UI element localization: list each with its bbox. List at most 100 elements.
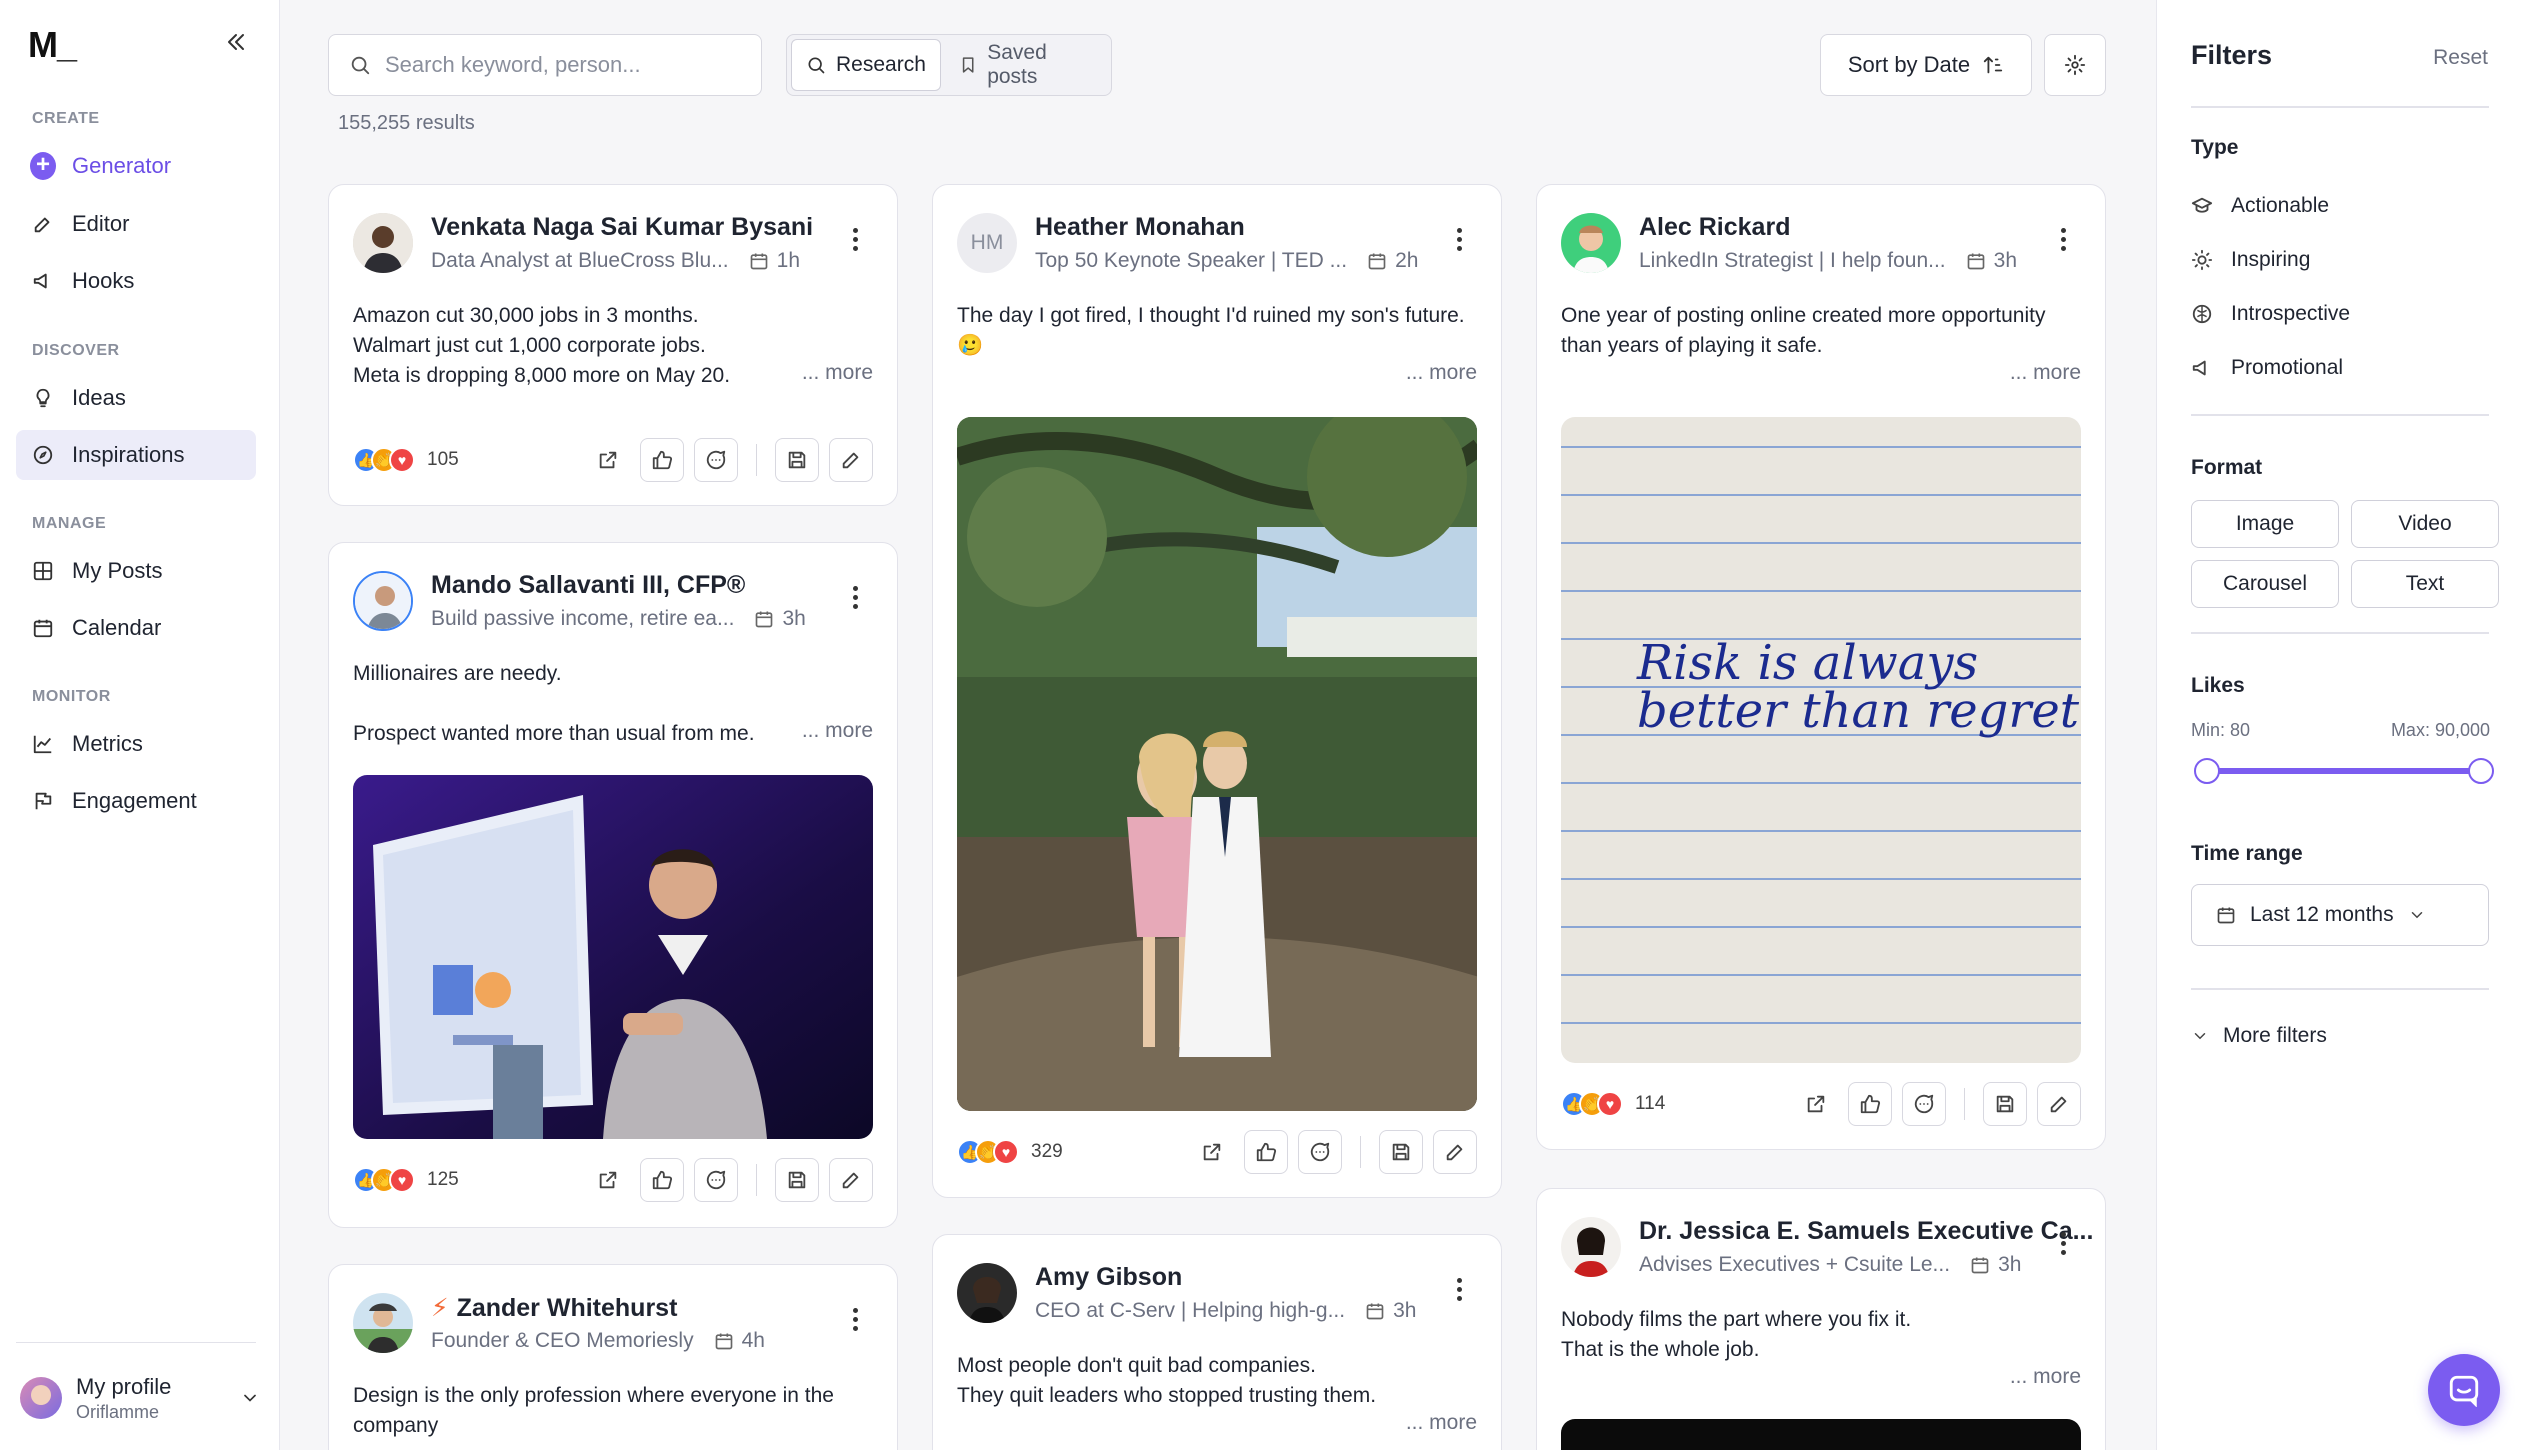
reset-filters-button[interactable]: Reset [2433,46,2488,70]
sidebar-item-calendar[interactable]: Calendar [16,603,256,653]
type-option-label: Promotional [2231,356,2344,379]
sidebar-item-generator[interactable]: + Generator [16,141,256,191]
post-card[interactable]: ⚡ Zander Whitehurst Founder & CEO Memorie… [328,1264,898,1450]
post-image[interactable] [353,775,873,1139]
sidebar-item-engagement[interactable]: Engagement [16,776,256,826]
see-more-link[interactable]: ... more [802,719,873,743]
sidebar-item-editor[interactable]: Editor [16,199,256,249]
post-card[interactable]: Mando Sallavanti III, CFP® Build passive… [328,542,898,1228]
sidebar-item-ideas[interactable]: Ideas [16,373,256,423]
more-options-icon[interactable] [1447,1271,1471,1307]
external-link-icon [1807,1095,1825,1113]
edit-button[interactable] [2037,1082,2081,1126]
more-options-icon[interactable] [843,221,867,257]
like-button[interactable] [640,1158,684,1202]
author-name[interactable]: Heather Monahan [1035,213,1245,242]
comment-button[interactable] [694,438,738,482]
like-button[interactable] [1244,1130,1288,1174]
calendar-icon [1366,1303,1384,1320]
save-button[interactable] [1379,1130,1423,1174]
more-options-icon[interactable] [2051,1225,2075,1261]
search-input[interactable] [385,52,745,78]
format-chip-text[interactable]: Text [2351,560,2499,608]
post-image[interactable] [1561,1419,2081,1450]
author-name[interactable]: Venkata Naga Sai Kumar Bysani [431,213,813,242]
avatar[interactable] [1561,1217,1621,1277]
sidebar-item-metrics[interactable]: Metrics [16,719,256,769]
collapse-sidebar-button[interactable] [220,26,252,58]
type-option-promotional[interactable]: Promotional [2191,348,2343,388]
see-more-link[interactable]: ... more [2010,1365,2081,1389]
more-options-icon[interactable] [843,1301,867,1337]
more-options-icon[interactable] [2051,221,2075,257]
post-card[interactable]: HM Heather Monahan Top 50 Keynote Speake… [932,184,1502,1198]
type-option-inspiring[interactable]: Inspiring [2191,240,2310,280]
profile-menu[interactable]: My profile Oriflamme [20,1368,260,1428]
sidebar-item-my-posts[interactable]: My Posts [16,546,256,596]
like-button[interactable] [1848,1082,1892,1126]
see-more-link[interactable]: ... more [1406,1411,1477,1435]
avatar[interactable] [353,571,413,631]
search-icon [351,56,370,75]
format-chip-video[interactable]: Video [2351,500,2499,548]
open-external-button[interactable] [1190,1130,1234,1174]
author-name[interactable]: Alec Rickard [1639,213,1790,242]
time-range-select[interactable]: Last 12 months [2191,884,2489,946]
save-button[interactable] [1983,1082,2027,1126]
chevron-down-icon [244,1394,256,1402]
edit-button[interactable] [829,438,873,482]
format-chip-image[interactable]: Image [2191,500,2339,548]
type-option-introspective[interactable]: Introspective [2191,294,2350,334]
save-button[interactable] [775,1158,819,1202]
search-box[interactable] [328,34,762,96]
see-more-link[interactable]: ... more [2010,361,2081,385]
author-name[interactable]: Mando Sallavanti III, CFP® [431,571,745,600]
chat-support-button[interactable] [2428,1354,2500,1426]
more-options-icon[interactable] [1447,221,1471,257]
type-option-actionable[interactable]: Actionable [2191,186,2329,226]
likes-slider-track[interactable] [2207,768,2481,774]
avatar[interactable] [353,1293,413,1353]
post-card[interactable]: Amy Gibson CEO at C-Serv | Helping high-… [932,1234,1502,1450]
avatar[interactable] [353,213,413,273]
post-text: Nobody films the part where you fix it. … [1561,1305,2081,1365]
likes-min-handle[interactable] [2194,758,2220,784]
post-image[interactable] [957,417,1477,1111]
avatar[interactable] [1561,213,1621,273]
edit-button[interactable] [1433,1130,1477,1174]
divider [2191,632,2489,634]
see-more-link[interactable]: ... more [1406,361,1477,385]
author-name[interactable]: ⚡ Zander Whitehurst [431,1293,677,1323]
avatar[interactable]: HM [957,213,1017,273]
comment-button[interactable] [1902,1082,1946,1126]
tab-research[interactable]: Research [791,39,941,91]
likes-max-handle[interactable] [2468,758,2494,784]
sidebar-item-inspirations[interactable]: Inspirations [16,430,256,480]
post-card[interactable]: Alec Rickard LinkedIn Strategist | I hel… [1536,184,2106,1150]
sidebar-item-hooks[interactable]: Hooks [16,256,256,306]
open-external-button[interactable] [586,438,630,482]
more-options-icon[interactable] [843,579,867,615]
comment-button[interactable] [694,1158,738,1202]
settings-button[interactable] [2044,34,2106,96]
sort-button[interactable]: Sort by Date [1820,34,2032,96]
post-card[interactable]: Venkata Naga Sai Kumar Bysani Data Analy… [328,184,898,506]
like-button[interactable] [640,438,684,482]
pencil-icon [2050,1096,2067,1113]
format-chip-carousel[interactable]: Carousel [2191,560,2339,608]
see-more-link[interactable]: ... more [802,361,873,385]
author-name[interactable]: Amy Gibson [1035,1263,1182,1292]
more-filters-toggle[interactable]: More filters [2191,1024,2327,1048]
avatar[interactable] [957,1263,1017,1323]
author-name[interactable]: Dr. Jessica E. Samuels Executive Ca... [1639,1217,2093,1246]
save-button[interactable] [775,438,819,482]
comment-button[interactable] [1298,1130,1342,1174]
app-logo[interactable]: M_ [28,24,77,66]
post-line: than years of playing it safe. [1561,334,1823,357]
tab-saved-posts[interactable]: Saved posts [945,39,1107,91]
edit-button[interactable] [829,1158,873,1202]
post-card[interactable]: Dr. Jessica E. Samuels Executive Ca... A… [1536,1188,2106,1450]
post-image[interactable]: Risk is always better than regret [1561,417,2081,1063]
open-external-button[interactable] [1794,1082,1838,1126]
open-external-button[interactable] [586,1158,630,1202]
